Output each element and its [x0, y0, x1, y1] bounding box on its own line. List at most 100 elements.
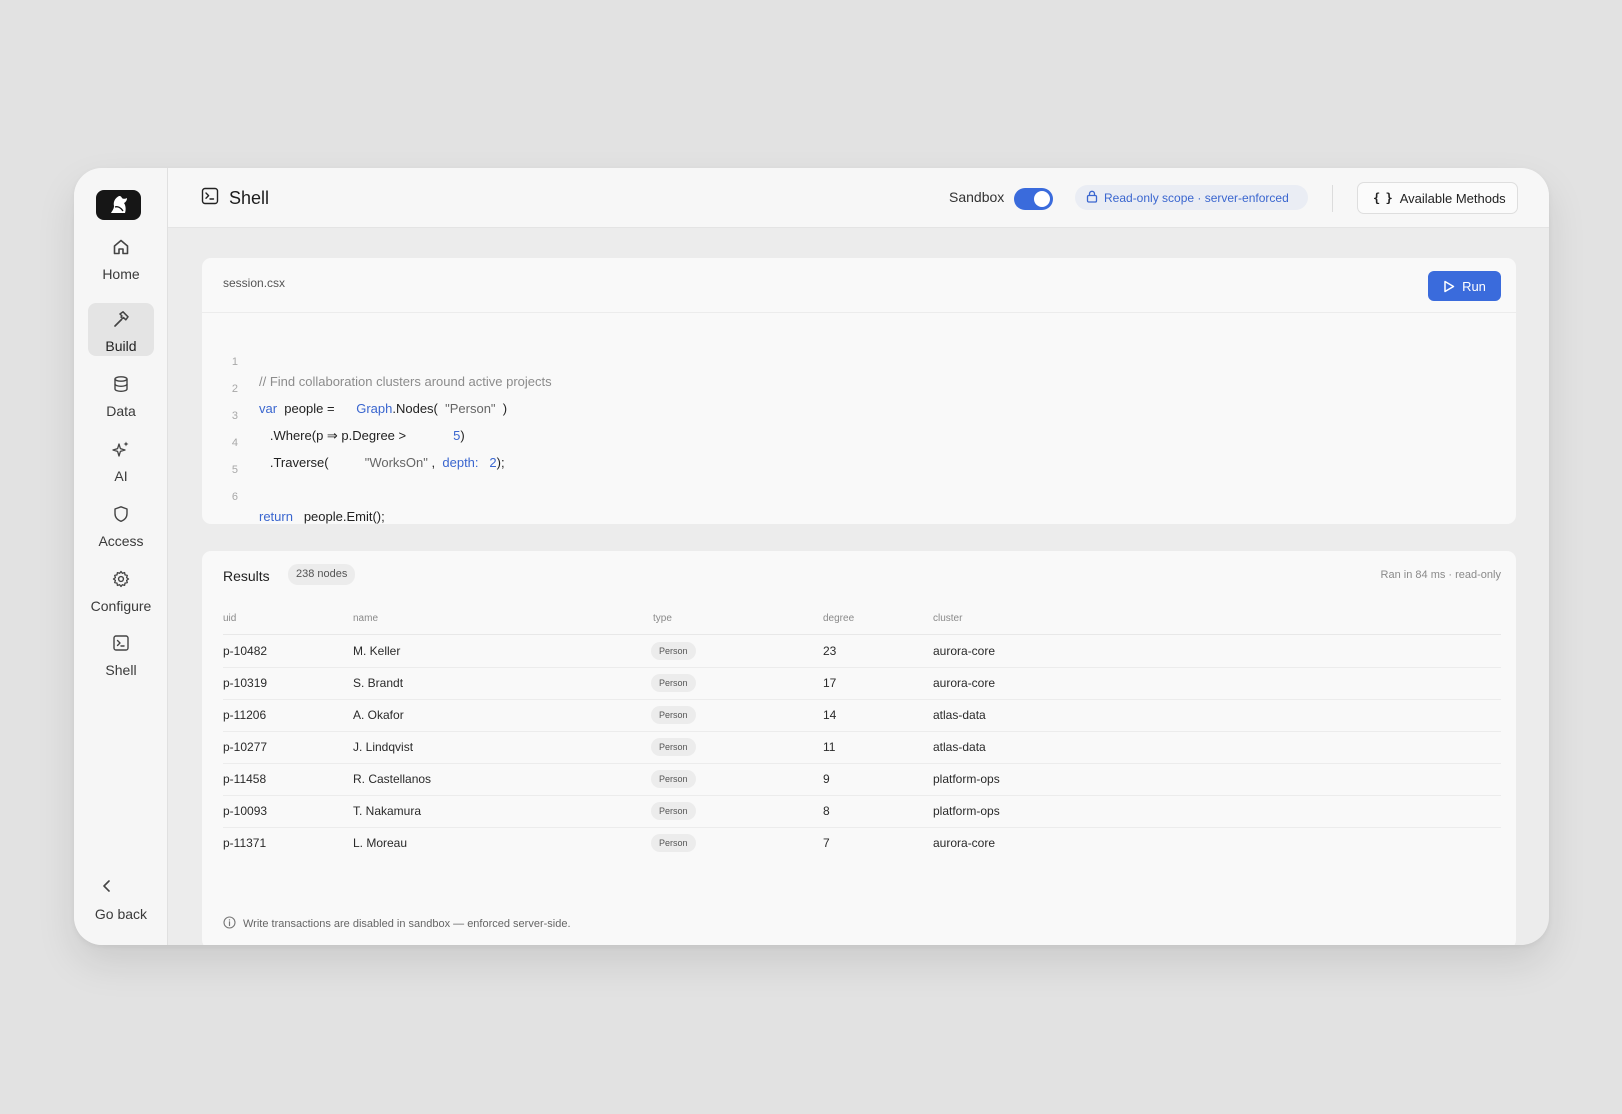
column-header-degree[interactable]: degree — [823, 613, 854, 624]
hammer-icon — [111, 309, 131, 329]
scope-badge: Read-only scope · server-enforced — [1075, 185, 1308, 210]
sandbox-toggle[interactable] — [1014, 188, 1053, 210]
shield-icon — [111, 504, 131, 524]
sidebar-item-ai[interactable]: AI — [88, 433, 154, 486]
table-header-divider — [223, 634, 1501, 635]
run-label: Run — [1462, 278, 1486, 294]
cell-type-badge: Person — [651, 738, 696, 756]
go-back-button[interactable]: Go back — [88, 876, 154, 926]
cell-type-badge: Person — [651, 802, 696, 820]
cell-name: J. Lindqvist — [353, 740, 414, 754]
cell-cluster: aurora-core — [933, 676, 996, 690]
cell-uid: p-10277 — [223, 740, 268, 754]
table-row[interactable]: p-11206 A. Okafor Person 14 atlas-data — [223, 700, 1501, 732]
cell-name: S. Brandt — [353, 676, 404, 690]
header-divider — [1332, 185, 1333, 212]
code-token: .Traverse( — [269, 455, 329, 470]
cell-degree: 11 — [823, 740, 836, 754]
go-back-label: Go back — [94, 906, 148, 922]
sparkles-icon — [111, 439, 131, 459]
info-icon — [223, 916, 236, 932]
run-meta: Ran in 84 ms · read-only — [1380, 569, 1501, 581]
cell-type-badge: Person — [651, 770, 696, 788]
code-token: .Where(p ⇒ p.Degree > — [269, 428, 407, 443]
sandbox-footnote: Write transactions are disabled in sandb… — [223, 916, 571, 932]
sidebar-item-label: AI — [114, 468, 128, 484]
code-line: 6 return people.Emit(); — [202, 467, 385, 524]
column-header-cluster[interactable]: cluster — [933, 613, 962, 624]
sidebar-item-configure[interactable]: Configure — [88, 563, 154, 616]
code-string: "Person" — [445, 401, 496, 416]
braces-icon: { } — [1373, 191, 1393, 205]
cell-degree: 23 — [823, 644, 837, 658]
cell-type-badge: Person — [651, 674, 696, 692]
sidebar-item-shell[interactable]: Shell — [88, 627, 154, 680]
cell-uid: p-10319 — [223, 676, 268, 690]
code-token: .Nodes( — [392, 401, 438, 416]
cell-type-badge: Person — [651, 706, 696, 724]
available-methods-label: Available Methods — [1399, 190, 1506, 206]
sidebar-item-data[interactable]: Data — [88, 368, 154, 421]
top-bar: Shell Sandbox Read-only scope · server-e… — [168, 168, 1549, 228]
table-row[interactable]: p-10093 T. Nakamura Person 8 platform-op… — [223, 796, 1501, 828]
run-button[interactable]: Run — [1428, 271, 1501, 301]
code-token: ); — [496, 455, 505, 470]
page-title: Shell — [229, 188, 270, 208]
table-row[interactable]: p-10482 M. Keller Person 23 aurora-core — [223, 636, 1501, 668]
code-editor-card: session.csx Run 1 // Find collaboration … — [201, 257, 1517, 525]
code-line: 4 .Traverse( "WorksOn" , depth: 2); — [202, 413, 505, 470]
column-header-name[interactable]: name — [353, 613, 378, 624]
cell-uid: p-10093 — [223, 804, 268, 818]
cell-uid: p-11458 — [223, 772, 267, 786]
code-text: .Traverse( "WorksOn" , depth: 2); — [259, 453, 505, 473]
cell-cluster: platform-ops — [933, 772, 1000, 786]
code-string: "WorksOn" — [364, 455, 428, 470]
cell-name: T. Nakamura — [353, 804, 422, 818]
sidebar-item-label: Access — [98, 533, 144, 549]
table-row[interactable]: p-10319 S. Brandt Person 17 aurora-core — [223, 668, 1501, 700]
lock-icon — [1086, 190, 1098, 206]
sidebar: Home Build Data AI Access Configure Shel… — [74, 168, 168, 945]
table-row[interactable]: p-11371 L. Moreau Person 7 aurora-core — [223, 828, 1501, 860]
code-keyword: return — [259, 509, 293, 524]
cell-uid: p-10482 — [223, 644, 268, 658]
table-row[interactable]: p-10277 J. Lindqvist Person 11 atlas-dat… — [223, 732, 1501, 764]
code-token: ) — [460, 428, 465, 443]
code-keyword: depth: — [442, 455, 479, 470]
code-line: 1 // Find collaboration clusters around … — [202, 332, 552, 389]
cell-name: M. Keller — [353, 644, 401, 658]
terminal-icon — [201, 187, 219, 210]
cell-cluster: aurora-core — [933, 836, 996, 850]
sidebar-item-home[interactable]: Home — [88, 231, 154, 284]
column-header-uid[interactable]: uid — [223, 613, 236, 624]
app-logo[interactable] — [96, 190, 141, 220]
sidebar-item-label: Shell — [105, 662, 137, 678]
cell-degree: 14 — [823, 708, 837, 722]
app-window: Home Build Data AI Access Configure Shel… — [74, 168, 1549, 945]
table-row[interactable]: p-11458 R. Castellanos Person 9 platform… — [223, 764, 1501, 796]
toggle-knob — [1034, 191, 1050, 207]
page-title-wrap: Shell — [201, 187, 269, 210]
cell-uid: p-11206 — [223, 708, 267, 722]
results-card: Results 238 nodes Ran in 84 ms · read-on… — [201, 550, 1517, 945]
cell-degree: 7 — [823, 836, 830, 850]
gear-icon — [111, 569, 131, 589]
terminal-icon — [111, 633, 131, 653]
cell-name: R. Castellanos — [353, 772, 432, 786]
code-token: , — [431, 455, 436, 470]
code-number: 2 — [489, 455, 497, 470]
sidebar-item-access[interactable]: Access — [88, 498, 154, 551]
chevron-left-icon — [101, 876, 113, 896]
editor-filename: session.csx — [223, 276, 286, 290]
available-methods-button[interactable]: { } Available Methods — [1357, 182, 1518, 214]
code-line: 3 .Where(p ⇒ p.Degree > 5) — [202, 386, 465, 443]
cell-cluster: platform-ops — [933, 804, 1000, 818]
sidebar-item-build[interactable]: Build — [88, 303, 154, 356]
code-type: Graph — [356, 401, 393, 416]
cell-cluster: atlas-data — [933, 740, 986, 754]
column-header-type[interactable]: type — [653, 613, 672, 624]
line-number: 6 — [231, 491, 238, 503]
code-text: // Find collaboration clusters around ac… — [259, 372, 552, 392]
code-line: 5 — [202, 440, 238, 476]
results-title: Results — [223, 568, 270, 584]
